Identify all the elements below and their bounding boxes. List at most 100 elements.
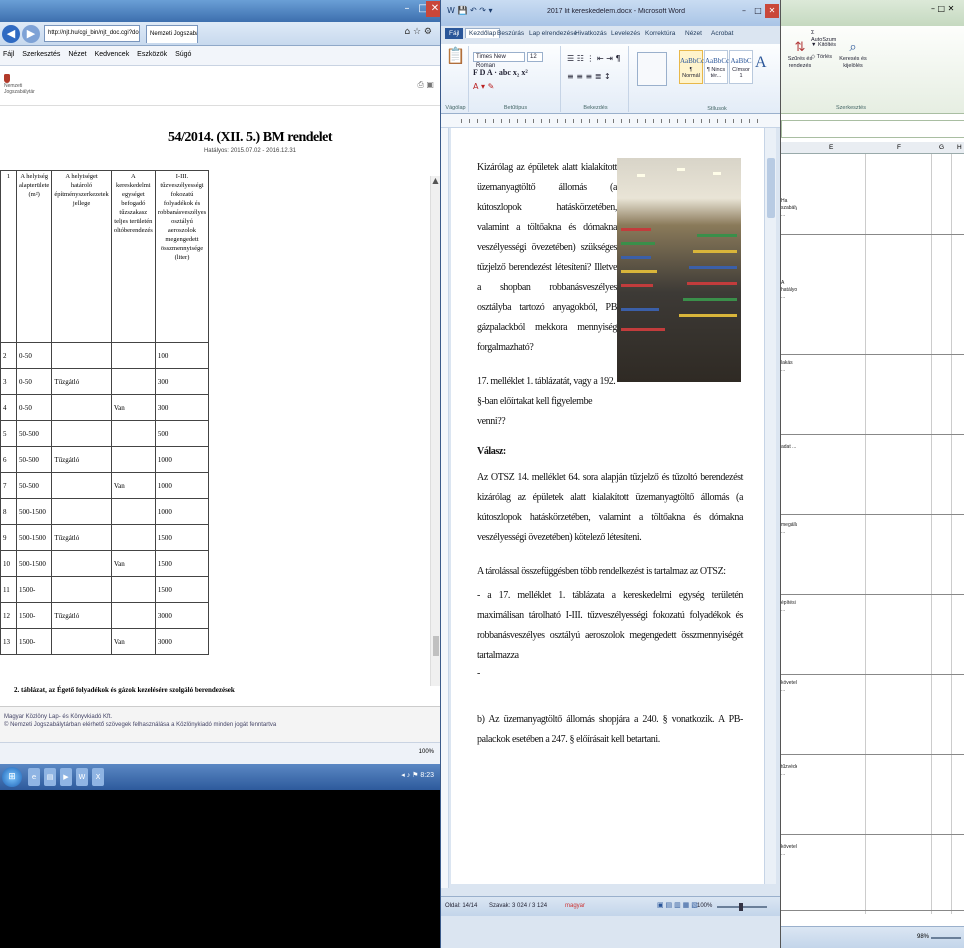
find-select-button[interactable]: ⌕ Keresés és kijelölés — [837, 40, 869, 70]
style-heading-1[interactable]: AaBbC Címsor 1 — [729, 50, 753, 84]
style-normal[interactable]: AaBbCcDd ¶ Normál — [679, 50, 713, 84]
zoom-slider-handle[interactable] — [739, 903, 743, 911]
shelf-products — [683, 298, 737, 301]
reference-paragraph[interactable]: 17. melléklet 1. táblázatát, vagy a 192.… — [477, 372, 617, 432]
zoom-level[interactable]: 98% — [917, 934, 929, 940]
word-scrollbar[interactable] — [764, 128, 776, 884]
group-label: Bekezdés — [583, 105, 608, 111]
tab-mailings[interactable]: Levelezés — [611, 30, 640, 37]
zoom-level[interactable]: 100% — [419, 749, 434, 755]
zoom-level[interactable]: 100% — [697, 903, 712, 909]
browser-scrollbar[interactable]: ▲ — [430, 176, 440, 686]
align-icons[interactable]: ≡ ≡ ≡ ≣ ↕ — [567, 72, 611, 81]
answer-paragraph[interactable]: Az OTSZ 14. melléklet 64. sora alapján t… — [477, 468, 743, 548]
tab-active[interactable]: Nemzeti Jogszabálytár — [146, 25, 198, 43]
tab-insert[interactable]: Beszúrás — [497, 30, 524, 37]
font-color-icon[interactable]: A ▾ ✎ — [473, 82, 494, 91]
cell-text[interactable]: adat ... — [781, 444, 797, 451]
view-buttons-icon[interactable]: ▣ ▤ ▥ ▦ ▧ — [657, 901, 698, 909]
language-indicator[interactable]: magyar — [565, 903, 585, 909]
menu-file[interactable]: Fájl — [0, 46, 17, 63]
menu-view[interactable]: Nézet — [65, 46, 89, 63]
quick-access-toolbar[interactable]: W 💾 ↶ ↷ ▾ — [447, 6, 492, 15]
cell-text[interactable]: építési ... — [781, 600, 797, 614]
horizontal-ruler[interactable] — [441, 114, 780, 128]
clear-button[interactable]: ◇ Törlés — [811, 54, 841, 61]
word-titlebar: W 💾 ↶ ↷ ▾ 2017 lit kereskedelem.docx - M… — [441, 0, 780, 26]
forward-icon[interactable]: ▶ — [22, 25, 40, 43]
column-g[interactable]: G — [939, 144, 944, 151]
site-logo[interactable]: Nemzeti Jogszabálytár — [4, 74, 35, 96]
font-size-select[interactable]: 12 — [527, 52, 543, 62]
fill-button[interactable]: ▼ Kitöltés — [811, 42, 841, 49]
vertical-ruler[interactable] — [441, 128, 449, 888]
style-no-spacing[interactable]: AaBbCcDd ¶ Nincs tér... — [704, 50, 738, 84]
close-button[interactable]: ✕ — [426, 1, 440, 17]
cell-text[interactable]: A hatályos ... — [781, 280, 797, 301]
table-cell: 9 — [0, 524, 17, 551]
tab-view[interactable]: Nézet — [685, 30, 702, 37]
taskbar-word-icon[interactable]: W — [76, 768, 88, 786]
menu-favorites[interactable]: Kedvencek — [92, 46, 133, 63]
cell-text[interactable]: megállapítás ... — [781, 522, 797, 536]
url-input[interactable]: http://njt.hu/cgi_bin/njt_doc.cgi?docid=… — [44, 25, 140, 42]
bold-italic-underline-icons[interactable]: F D A · abc x₂ x² — [473, 68, 528, 77]
paste-icon[interactable]: 📋 — [443, 46, 468, 65]
change-styles-icon[interactable]: A — [755, 54, 767, 72]
menu-edit[interactable]: Szerkesztés — [19, 46, 63, 63]
taskbar-ie-icon[interactable]: e — [28, 768, 40, 786]
page-count[interactable]: Oldal: 14/14 — [445, 903, 477, 909]
tab-references[interactable]: Hivatkozás — [575, 30, 607, 37]
empty-bullet[interactable]: - — [477, 664, 480, 684]
row-border — [781, 514, 964, 515]
zoom-slider[interactable] — [931, 937, 961, 939]
storage-bullet[interactable]: - a 17. melléklet 1. táblázata a kereske… — [477, 586, 743, 666]
cell-text[interactable]: tűzvédelmi ... — [781, 764, 797, 778]
home-star-gear-icons[interactable]: ⌂ ☆ ⚙ — [404, 27, 432, 37]
part-b-paragraph[interactable]: b) Az üzemanyagtöltő állomás shopjára a … — [477, 710, 743, 750]
question-paragraph[interactable]: Kizárólag az épületek alatt kialakított … — [477, 158, 617, 358]
group-clipboard: 📋 Vágólap — [443, 46, 469, 112]
shapes-icon[interactable] — [637, 52, 667, 86]
document-page[interactable]: Kizárólag az épületek alatt kialakított … — [451, 128, 765, 884]
print-icon[interactable]: ⎙ ▣ — [417, 80, 434, 90]
tab-layout[interactable]: Lap elrendezése — [529, 30, 577, 37]
start-button[interactable]: ⊞ — [2, 767, 22, 787]
scroll-thumb[interactable] — [767, 158, 775, 218]
minimize-button[interactable]: – — [737, 4, 751, 18]
menu-help[interactable]: Súgó — [172, 46, 194, 63]
taskbar-excel-icon[interactable]: X — [92, 768, 104, 786]
table-row: 13 1500- Van 3000 — [0, 628, 210, 655]
taskbar-folder-icon[interactable]: ▤ — [44, 768, 56, 786]
back-icon[interactable]: ◀ — [2, 25, 20, 43]
taskbar-media-icon[interactable]: ▶ — [60, 768, 72, 786]
formula-bar[interactable] — [781, 120, 964, 138]
font-name-select[interactable]: Times New Roman — [473, 52, 525, 69]
shop-interior-photo[interactable] — [617, 158, 741, 382]
menu-tools[interactable]: Eszközök — [134, 46, 170, 63]
button-label: Kitöltés — [817, 42, 837, 48]
spreadsheet-grid[interactable]: Ha szabályt ... A hatályos ... lakás ...… — [781, 154, 964, 914]
word-count[interactable]: Szavak: 3 024 / 3 124 — [489, 903, 547, 909]
column-e[interactable]: E — [829, 144, 833, 151]
storage-intro[interactable]: A tárolással összefüggésben több rendelk… — [477, 562, 743, 582]
tab-review[interactable]: Korrektúra — [645, 30, 675, 37]
cell-text[interactable]: követelmény ... — [781, 844, 797, 858]
window-controls-icon[interactable]: – □ ✕ — [931, 4, 954, 13]
tab-file[interactable]: Fájl — [445, 28, 464, 39]
zoom-slider[interactable] — [717, 903, 767, 911]
cell-text[interactable]: lakás ... — [781, 360, 797, 374]
column-f[interactable]: F — [897, 144, 901, 151]
table-cell: 0-50 — [15, 394, 53, 421]
answer-heading[interactable]: Válasz: — [477, 442, 506, 462]
close-button[interactable]: ✕ — [765, 4, 779, 18]
scroll-thumb[interactable] — [433, 636, 439, 656]
tab-home[interactable]: Kezdőlap — [465, 28, 501, 38]
list-icons[interactable]: ☰ ☷ ⋮ ⇤ ⇥ ¶ — [567, 54, 621, 63]
cell-text[interactable]: követelmény ... — [781, 680, 797, 694]
cell-text[interactable]: Ha szabályt ... — [781, 198, 797, 219]
maximize-button[interactable]: □ — [751, 4, 765, 18]
scroll-up-icon[interactable]: ▲ — [431, 176, 440, 185]
tab-acrobat[interactable]: Acrobat — [711, 30, 733, 37]
column-h[interactable]: H — [957, 144, 962, 151]
